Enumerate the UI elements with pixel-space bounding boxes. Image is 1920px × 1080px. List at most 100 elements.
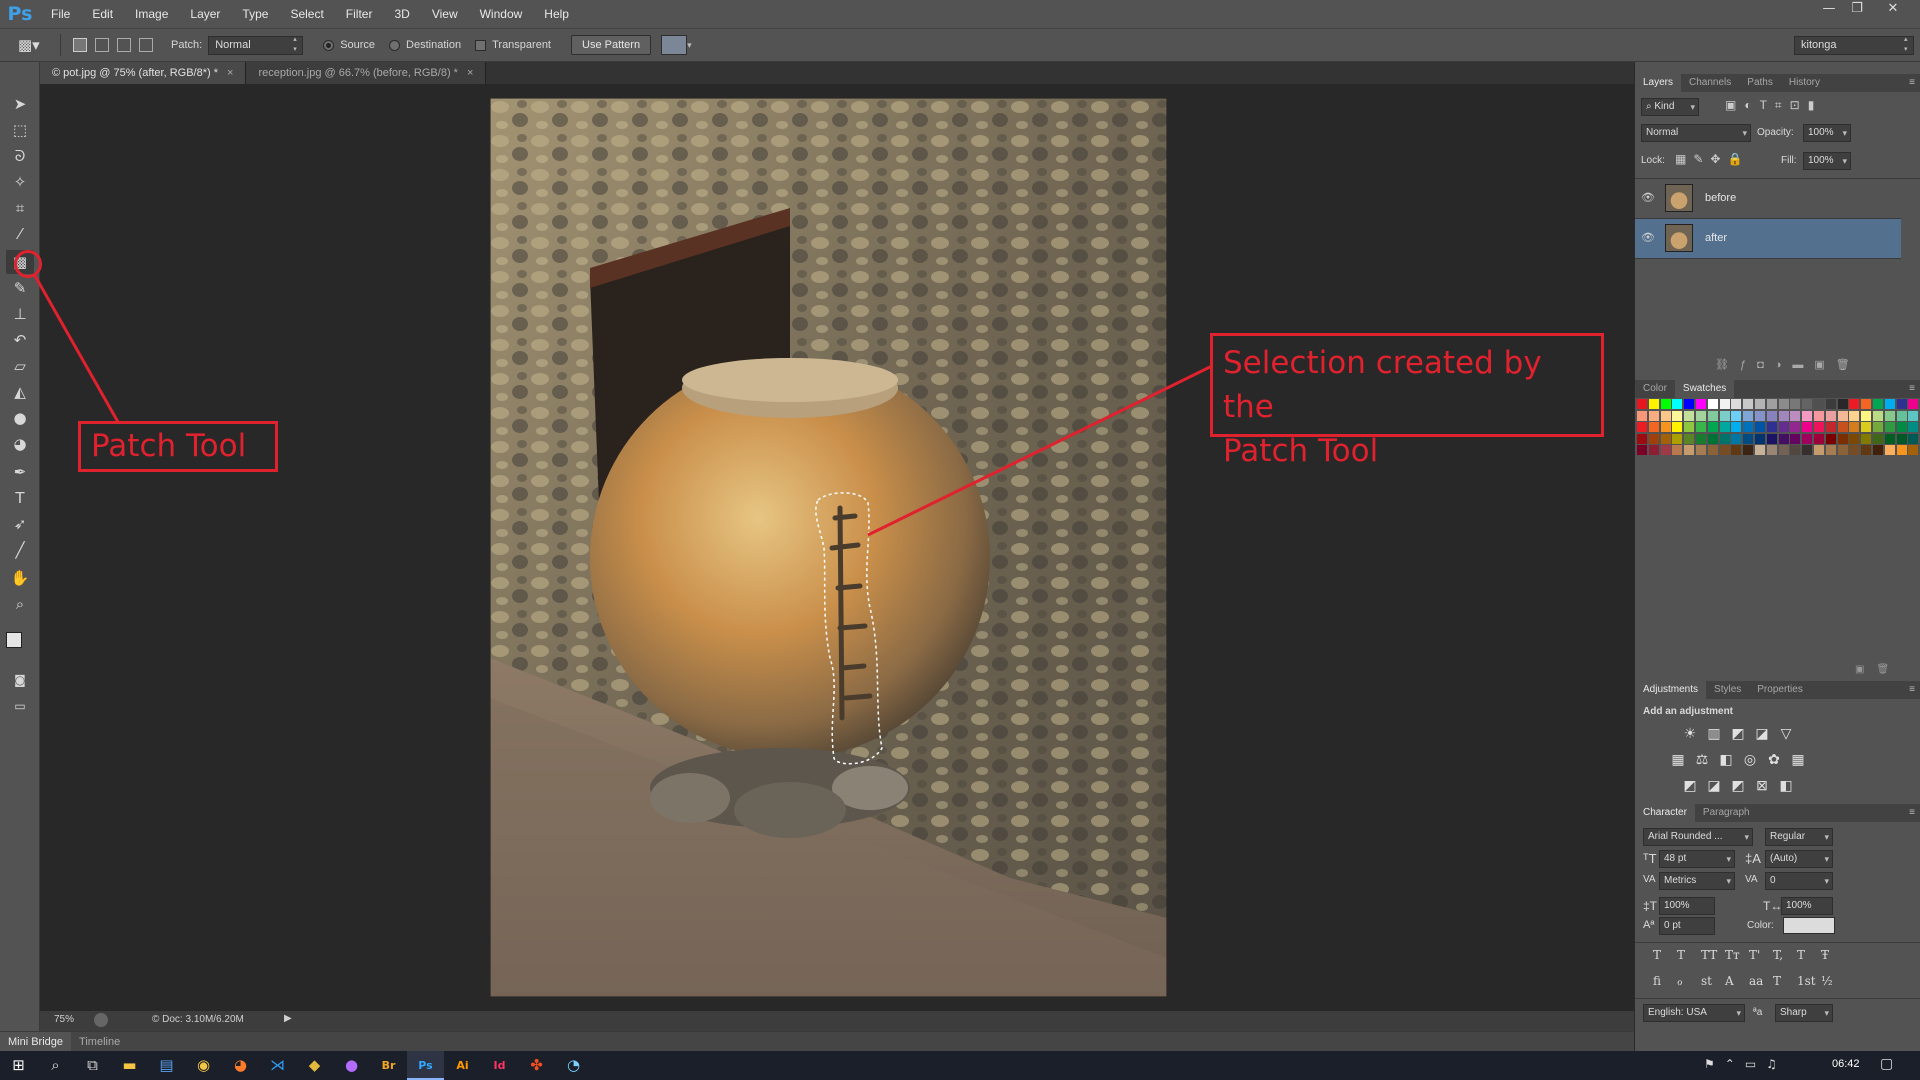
horizontal-scale-field[interactable]: 100%: [1781, 897, 1833, 915]
color-swatch[interactable]: [1766, 399, 1777, 409]
baseline-shift-field[interactable]: 0 pt: [1659, 917, 1715, 935]
color-swatch[interactable]: [1648, 445, 1659, 455]
color-swatch[interactable]: [1873, 410, 1883, 421]
panel-menu-icon[interactable]: ≡: [1909, 681, 1915, 699]
opentype-button[interactable]: st: [1701, 974, 1712, 988]
exposure-icon[interactable]: ◪: [1753, 724, 1771, 742]
color-swatch[interactable]: [1790, 422, 1801, 432]
language-select[interactable]: English: USA: [1643, 1004, 1745, 1022]
visibility-eye-icon[interactable]: 👁: [1641, 231, 1655, 244]
opentype-button[interactable]: T: [1773, 974, 1781, 988]
color-swatch[interactable]: [1814, 445, 1824, 455]
color-swatch[interactable]: [1719, 422, 1730, 432]
brightness-icon[interactable]: ☀: [1681, 724, 1699, 742]
color-swatch[interactable]: [1731, 410, 1742, 421]
text-style-button[interactable]: T: [1677, 948, 1685, 962]
color-swatch[interactable]: [1861, 445, 1872, 455]
color-swatch[interactable]: [1684, 433, 1695, 444]
levels-icon[interactable]: ▥: [1705, 724, 1723, 742]
other-app-icon[interactable]: ◔: [555, 1051, 592, 1080]
text-style-button[interactable]: Tт: [1725, 948, 1740, 962]
git-icon[interactable]: ◆: [296, 1051, 333, 1080]
invert-icon[interactable]: ◩: [1681, 776, 1699, 794]
store-icon[interactable]: ▤: [148, 1051, 185, 1080]
leading-field[interactable]: (Auto): [1765, 850, 1833, 868]
color-swatch[interactable]: [1802, 445, 1813, 455]
color-swatch[interactable]: [1896, 422, 1907, 432]
layers-bottom-icons[interactable]: ⛓ƒ◘◑▬▣🗑: [1715, 358, 1861, 371]
file-explorer-icon[interactable]: ▬: [111, 1051, 148, 1080]
color-swatch[interactable]: [1637, 410, 1647, 421]
color-swatch[interactable]: [1684, 399, 1695, 409]
antialias-select[interactable]: Sharp: [1775, 1004, 1833, 1022]
color-swatch[interactable]: [1696, 410, 1706, 421]
color-swatch[interactable]: [1837, 399, 1848, 409]
notification-icon[interactable]: ▢: [1880, 1056, 1893, 1072]
color-swatch[interactable]: [1896, 399, 1907, 409]
color-swatch[interactable]: [1648, 422, 1659, 432]
color-swatch[interactable]: [1672, 445, 1683, 455]
color-swatch[interactable]: [1696, 422, 1706, 432]
illustrator-icon[interactable]: Ai: [444, 1051, 481, 1080]
color-swatch[interactable]: [1778, 445, 1789, 455]
color-swatch[interactable]: [1766, 422, 1777, 432]
color-swatch[interactable]: [1707, 422, 1718, 432]
color-swatch[interactable]: [1837, 422, 1848, 432]
layer-filter-select[interactable]: ⌕ Kind: [1641, 98, 1699, 116]
color-swatch[interactable]: [1743, 433, 1754, 444]
zoom-level[interactable]: 75%: [54, 1014, 74, 1025]
color-swatch[interactable]: [1825, 433, 1836, 444]
color-swatch[interactable]: [1849, 410, 1860, 421]
color-swatch[interactable]: [1696, 445, 1706, 455]
color-swatch[interactable]: [1825, 399, 1836, 409]
color-swatch[interactable]: [1861, 433, 1872, 444]
color-swatch[interactable]: [1873, 445, 1883, 455]
color-swatch[interactable]: [1825, 422, 1836, 432]
swatch-grid[interactable]: [1637, 399, 1920, 459]
color-swatch[interactable]: [1908, 433, 1919, 444]
threshold-icon[interactable]: ◩: [1729, 776, 1747, 794]
tab-paragraph[interactable]: Paragraph: [1695, 804, 1758, 822]
color-swatch[interactable]: [1896, 433, 1907, 444]
color-swatch[interactable]: [1660, 433, 1671, 444]
color-swatch[interactable]: [1660, 445, 1671, 455]
color-swatch[interactable]: [1696, 433, 1706, 444]
color-swatch[interactable]: [1825, 410, 1836, 421]
color-swatch[interactable]: [1731, 445, 1742, 455]
opentype-button[interactable]: 1st: [1797, 974, 1816, 988]
color-swatch[interactable]: [1778, 399, 1789, 409]
firefox-icon[interactable]: ◕: [222, 1051, 259, 1080]
color-swatch[interactable]: [1672, 410, 1683, 421]
color-swatch[interactable]: [1790, 433, 1801, 444]
color-swatch[interactable]: [1707, 410, 1718, 421]
text-color-swatch[interactable]: [1783, 917, 1835, 934]
color-swatch[interactable]: [1908, 422, 1919, 432]
color-swatch[interactable]: [1908, 399, 1919, 409]
color-swatch[interactable]: [1660, 422, 1671, 432]
tab-history[interactable]: History: [1781, 74, 1828, 92]
color-swatch[interactable]: [1908, 445, 1919, 455]
tab-character[interactable]: Character: [1635, 804, 1695, 822]
opacity-field[interactable]: 100%: [1803, 124, 1851, 142]
color-swatch[interactable]: [1707, 399, 1718, 409]
color-swatch[interactable]: [1648, 433, 1659, 444]
curves-icon[interactable]: ◩: [1729, 724, 1747, 742]
color-swatch[interactable]: [1896, 445, 1907, 455]
swatch-bottom-icons[interactable]: ▣🗑: [1855, 664, 1901, 675]
color-swatch[interactable]: [1908, 410, 1919, 421]
tab-mini-bridge[interactable]: Mini Bridge: [0, 1031, 72, 1052]
color-swatch[interactable]: [1861, 410, 1872, 421]
color-swatch[interactable]: [1731, 399, 1742, 409]
color-swatch[interactable]: [1637, 433, 1647, 444]
color-swatch[interactable]: [1755, 445, 1765, 455]
color-swatch[interactable]: [1755, 422, 1765, 432]
color-swatch[interactable]: [1637, 445, 1647, 455]
color-swatch[interactable]: [1884, 433, 1895, 444]
color-swatch[interactable]: [1825, 445, 1836, 455]
vscode-icon[interactable]: ⋊: [259, 1051, 296, 1080]
font-style-select[interactable]: Regular: [1765, 828, 1833, 846]
tab-swatches[interactable]: Swatches: [1674, 380, 1735, 398]
color-swatch[interactable]: [1861, 399, 1872, 409]
selective-color-icon[interactable]: ◧: [1777, 776, 1795, 794]
color-swatch[interactable]: [1743, 422, 1754, 432]
